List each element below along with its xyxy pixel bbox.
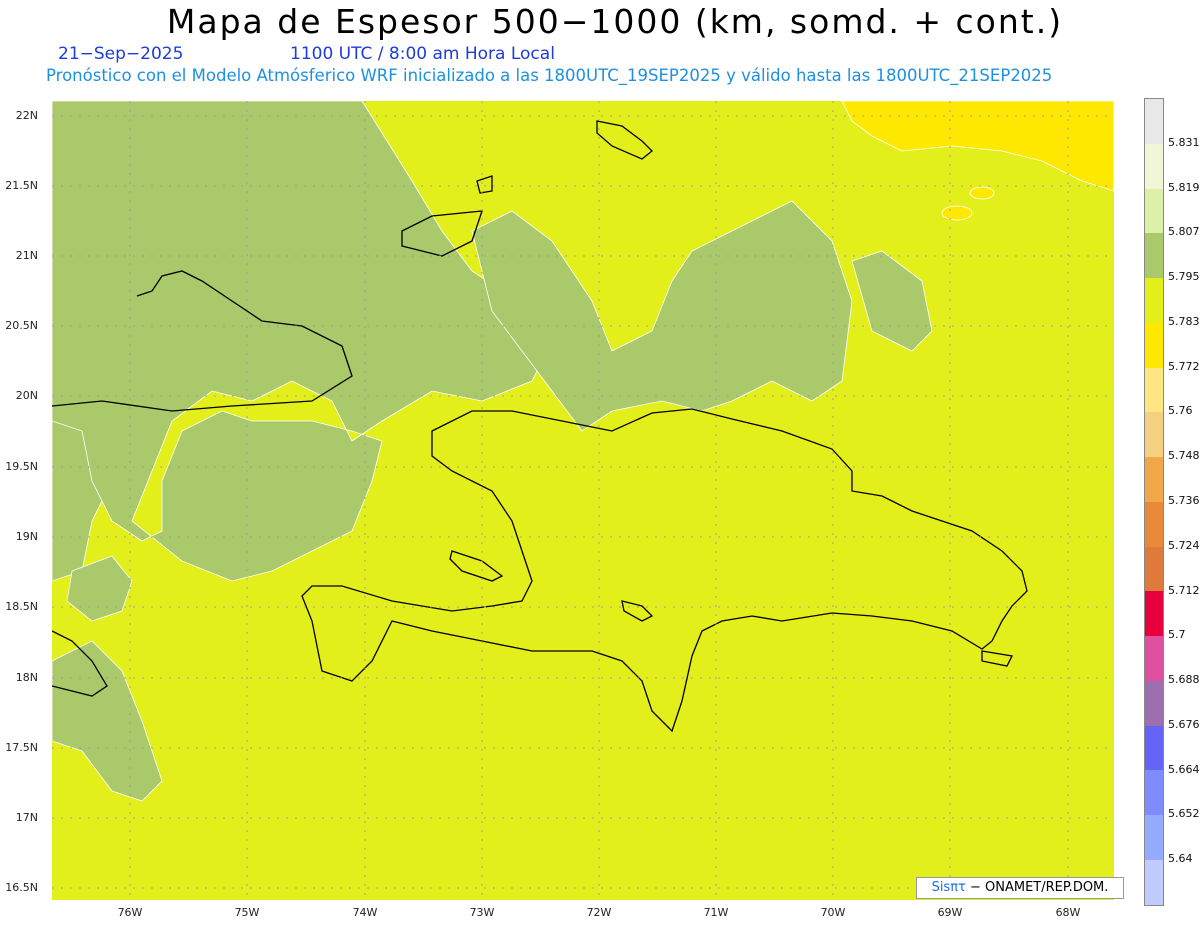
- lat-label: 21N: [15, 249, 38, 262]
- color-scale-swatch: [1145, 322, 1163, 368]
- lat-label: 21.5N: [5, 179, 38, 192]
- lat-label: 16.5N: [5, 881, 38, 894]
- color-scale-swatch: [1145, 367, 1163, 413]
- color-scale-swatch: [1145, 188, 1163, 234]
- color-scale-label: 5.819: [1168, 180, 1200, 194]
- credit-box: Sisπτ − ONAMET/REP.DOM.: [916, 877, 1124, 899]
- higher-thickness-patch: [941, 205, 973, 221]
- color-scale-swatch: [1145, 591, 1163, 637]
- lat-label: 19.5N: [5, 460, 38, 473]
- lon-label: 68W: [1055, 906, 1081, 919]
- lat-label: 20N: [15, 389, 38, 402]
- color-scale-swatch: [1145, 860, 1163, 905]
- lat-label: 22N: [15, 109, 38, 122]
- lat-label: 18.5N: [5, 600, 38, 613]
- color-scale-swatch: [1145, 501, 1163, 547]
- color-scale-label: 5.664: [1168, 762, 1200, 776]
- model-info: Pronóstico con el Modelo Atmósferico WRF…: [46, 66, 1053, 85]
- lon-label: 72W: [586, 906, 612, 919]
- lon-label: 71W: [703, 906, 729, 919]
- color-scale-label: 5.7: [1168, 628, 1186, 642]
- lat-label: 18N: [15, 671, 38, 684]
- color-scale-swatch: [1145, 457, 1163, 502]
- map-title: Mapa de Espesor 500−1000 (km, somd. + co…: [166, 2, 1064, 41]
- color-scale-label: 5.76: [1168, 404, 1193, 418]
- thickness-map: [52, 101, 1114, 900]
- credit-text: − ONAMET/REP.DOM.: [970, 880, 1109, 895]
- color-scale-label: 5.783: [1168, 314, 1200, 328]
- lat-label: 19N: [15, 530, 38, 543]
- color-scale-label: 5.652: [1168, 807, 1200, 821]
- color-scale-swatch: [1145, 143, 1163, 189]
- color-scale-label: 5.748: [1168, 449, 1200, 463]
- brand-logo-text: Sisπτ: [931, 880, 966, 895]
- lon-label: 70W: [820, 906, 846, 919]
- lon-label: 73W: [469, 906, 495, 919]
- color-scale-label: 5.807: [1168, 225, 1200, 239]
- color-scale-label: 5.795: [1168, 270, 1200, 284]
- lon-label: 76W: [117, 906, 143, 919]
- color-scale-label: 5.772: [1168, 359, 1200, 373]
- lat-label: 20.5N: [5, 319, 38, 332]
- color-scale-label: 5.736: [1168, 494, 1200, 507]
- color-scale-label: 5.712: [1168, 583, 1200, 597]
- color-scale-swatch: [1145, 770, 1163, 816]
- color-scale-label: 5.688: [1168, 673, 1200, 687]
- color-scale-label: 5.831: [1168, 135, 1200, 149]
- color-scale-swatch: [1145, 725, 1163, 771]
- forecast-time: 1100 UTC / 8:00 am Hora Local: [290, 44, 555, 64]
- forecast-date: 21−Sep−2025: [58, 44, 184, 64]
- color-scale-swatch: [1145, 233, 1163, 279]
- lon-label: 74W: [352, 906, 378, 919]
- lat-label: 17.5N: [5, 741, 38, 754]
- color-scale-label: 5.724: [1168, 538, 1200, 552]
- higher-thickness-patch: [969, 186, 995, 200]
- color-scale-swatch: [1145, 815, 1163, 861]
- color-scale-swatch: [1145, 278, 1163, 323]
- lat-label: 17N: [15, 811, 38, 824]
- color-scale-swatch: [1145, 99, 1163, 144]
- color-scale-swatch: [1145, 412, 1163, 458]
- color-scale: [1144, 98, 1164, 906]
- lon-label: 69W: [937, 906, 963, 919]
- color-scale-swatch: [1145, 546, 1163, 592]
- color-scale-swatch: [1145, 636, 1163, 681]
- color-scale-label: 5.676: [1168, 717, 1200, 731]
- lon-label: 75W: [234, 906, 260, 919]
- color-scale-label: 5.64: [1168, 852, 1193, 866]
- color-scale-swatch: [1145, 680, 1163, 726]
